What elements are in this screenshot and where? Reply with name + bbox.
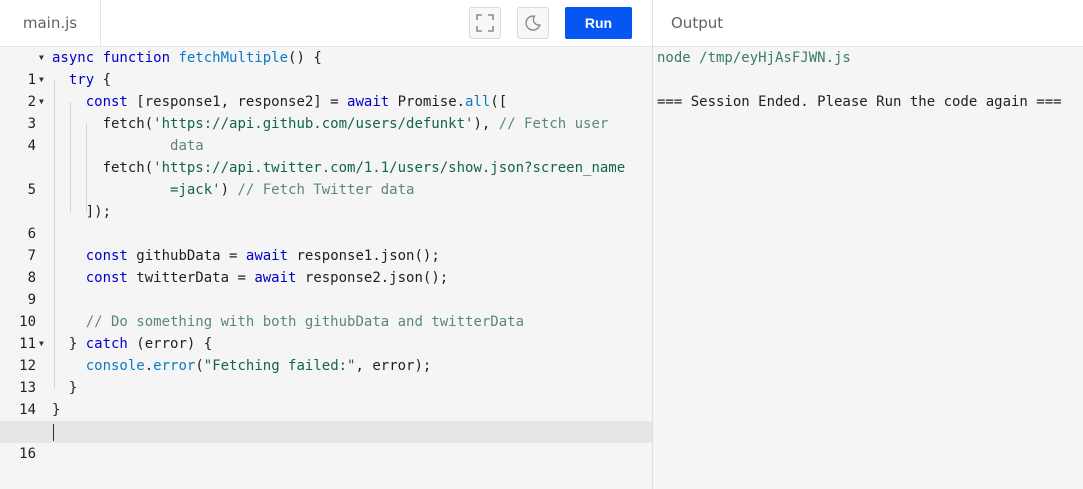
code-text: =jack') // Fetch Twitter data [170, 182, 415, 198]
code-line: 2 ▼ try { [0, 69, 652, 110]
code-line-wrap: data [0, 135, 652, 157]
code-text: const [response1, response2] = await Pro… [85, 94, 508, 110]
fold-arrow-icon[interactable]: ▼ [39, 47, 44, 69]
fold-arrow-icon[interactable]: ▼ [39, 91, 44, 113]
code-text: try { [68, 72, 112, 88]
code-line: 6 ]); [0, 201, 652, 242]
code-line: 13 console.error("Fetching failed:", err… [0, 355, 652, 396]
output-command: node /tmp/eyHjAsFJWN.js [657, 50, 851, 66]
code-text: ]); [52, 204, 112, 220]
code-text: fetch('https://api.github.com/users/defu… [52, 116, 609, 132]
code-line: 14 } [0, 377, 652, 418]
code-line-active: 16 [0, 421, 652, 462]
text-cursor [53, 424, 54, 441]
code-text: console.error("Fetching failed:", error)… [85, 358, 432, 374]
output-title: Output [671, 14, 724, 32]
code-line: 3 ▼ const [response1, response2] = await… [0, 91, 652, 132]
code-text: } catch (error) { [52, 336, 213, 352]
code-line-wrap: =jack') // Fetch Twitter data [0, 179, 652, 201]
code-line: 5 fetch('https://api.twitter.com/1.1/use… [0, 157, 652, 198]
code-text: } [52, 402, 61, 418]
code-line: 10 [0, 289, 652, 330]
code-line: 7 [0, 223, 652, 264]
code-editor[interactable]: 1 ▼ async function fetchMultiple() { 2 ▼… [0, 47, 652, 489]
theme-toggle-button[interactable] [517, 7, 549, 39]
code-line: 1 ▼ async function fetchMultiple() { [0, 47, 652, 88]
line-number: 16 [19, 446, 36, 462]
code-text: // Do something with both githubData and… [85, 314, 525, 330]
fold-arrow-icon[interactable]: ▼ [39, 333, 44, 355]
fullscreen-icon [476, 14, 494, 32]
code-text: } [52, 380, 78, 396]
code-line: 11 // Do something with both githubData … [0, 311, 652, 352]
code-line: 8 const githubData = await response1.jso… [0, 245, 652, 286]
code-line: 4 fetch('https://api.github.com/users/de… [0, 113, 652, 154]
fullscreen-button[interactable] [469, 7, 501, 39]
code-text: async function fetchMultiple() { [52, 50, 322, 66]
top-bar: main.js Run Output [0, 0, 1083, 47]
run-button[interactable]: Run [565, 7, 632, 39]
output-message: === Session Ended. Please Run the code a… [657, 94, 1062, 110]
file-tab-label: main.js [22, 14, 78, 32]
code-text: const twitterData = await response2.json… [85, 270, 449, 286]
code-text: fetch('https://api.twitter.com/1.1/users… [52, 160, 626, 176]
code-text: data [170, 138, 204, 154]
code-text: const githubData = await response1.json(… [85, 248, 440, 264]
code-line: 15 } [0, 399, 652, 440]
code-line: 9 const twitterData = await response2.js… [0, 267, 652, 308]
code-line: 12 ▼ } catch (error) { [0, 333, 652, 374]
tab-main-js[interactable]: main.js [0, 0, 101, 46]
fold-arrow-icon[interactable]: ▼ [39, 69, 44, 91]
moon-icon [525, 15, 541, 31]
output-panel: node /tmp/eyHjAsFJWN.js === Session Ende… [653, 47, 1083, 489]
